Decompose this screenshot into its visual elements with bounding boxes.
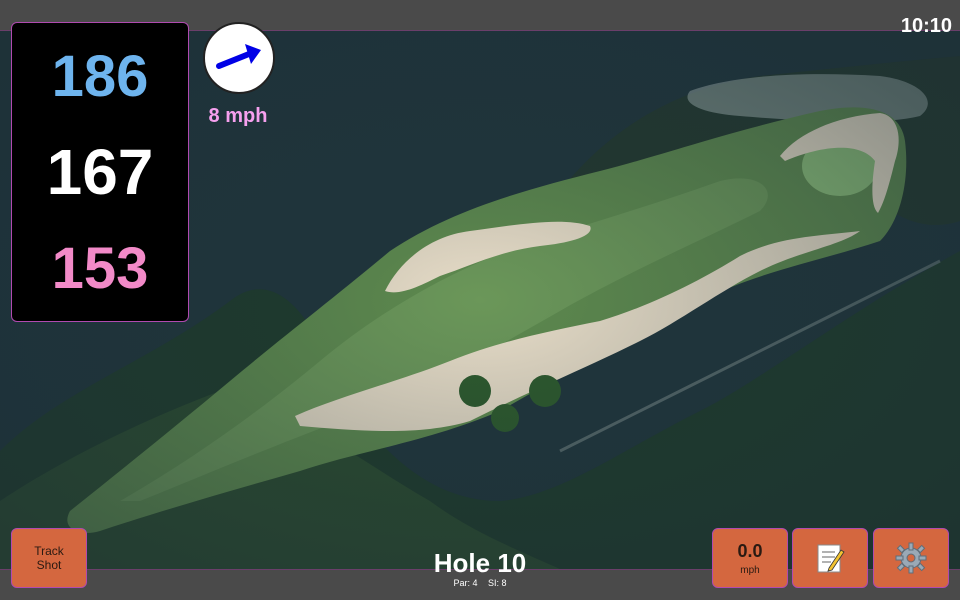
track-shot-button[interactable]: Track Shot [11,528,87,588]
speed-unit: mph [740,564,760,576]
hole-si: SI: 8 [488,578,507,588]
wind-speed: 8 mph [208,105,268,127]
front-distance: 153 [51,236,149,301]
wind-indicator [203,22,275,94]
hole-details: Par: 4 SI: 8 [380,578,580,588]
speed-button[interactable]: 0.0 mph [712,528,788,588]
distance-panel: 186 167 153 [11,22,189,322]
hole-title: Hole 10 [433,548,527,578]
speed-value: 0.0 [737,540,763,561]
gear-icon [895,542,927,574]
hole-par: Par: 4 [453,578,478,588]
track-shot-label-1: Track [34,544,64,558]
clock: 10:10 [900,15,952,37]
notes-button[interactable] [792,528,868,588]
middle-distance: 167 [46,136,154,208]
notepad-icon [817,544,845,573]
wind-arrow-icon [216,44,261,69]
settings-button[interactable] [873,528,949,588]
back-distance: 186 [51,44,149,109]
track-shot-label-2: Shot [36,558,62,572]
